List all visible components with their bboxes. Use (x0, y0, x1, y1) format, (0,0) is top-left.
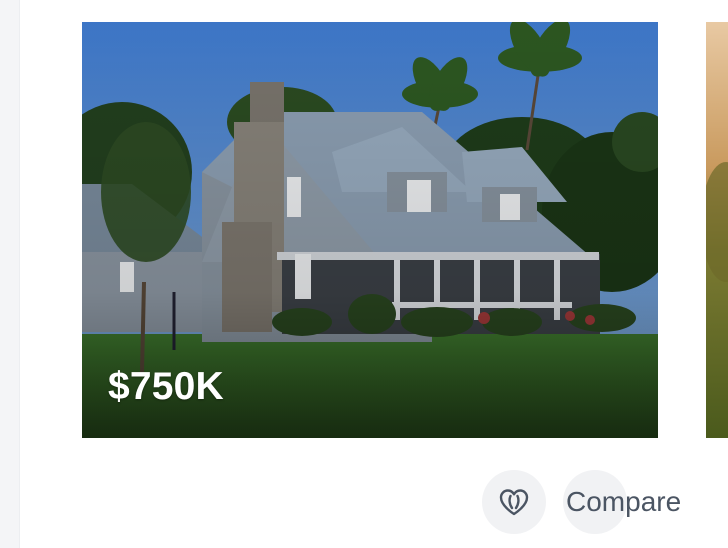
listing-price: $750K (108, 365, 224, 408)
heart-outline-icon (499, 489, 529, 516)
listing-photo[interactable]: $750K (82, 22, 658, 438)
compare-label: Compare (566, 486, 682, 517)
left-rail (0, 0, 20, 548)
favorite-button[interactable] (482, 470, 546, 534)
compare-button[interactable]: Compare (563, 470, 681, 534)
next-photo-illustration (706, 22, 728, 438)
next-listing-photo-peek[interactable] (706, 22, 728, 438)
listing-page: $750K Compare (0, 0, 728, 548)
